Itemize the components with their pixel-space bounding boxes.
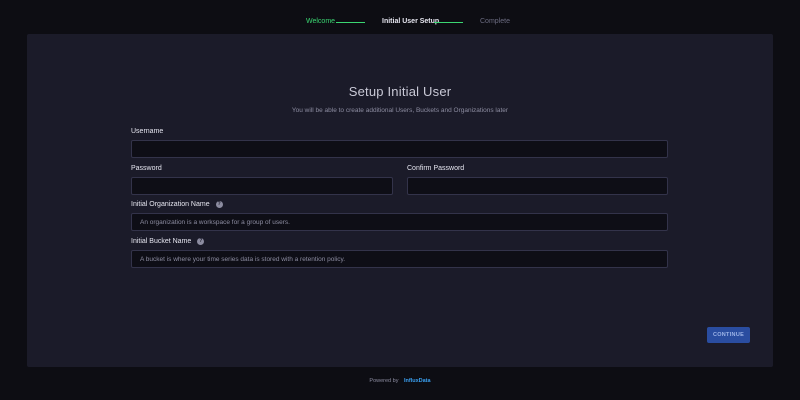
organization-label-text: Initial Organization Name xyxy=(131,201,210,208)
step-initial-user-setup: Initial User Setup xyxy=(382,18,440,25)
username-label-text: Username xyxy=(131,128,164,135)
stepper: Welcome Initial User Setup Complete xyxy=(0,16,800,28)
footer: Powered by InfluxData xyxy=(0,378,800,384)
password-input[interactable] xyxy=(131,177,393,195)
confirm-password-label-text: Confirm Password xyxy=(407,165,465,172)
password-label: Password xyxy=(131,165,162,172)
bucket-label-text: Initial Bucket Name xyxy=(131,238,192,245)
page-subtitle: You will be able to create additional Us… xyxy=(291,107,509,114)
step-welcome: Welcome xyxy=(306,18,336,25)
influxdata-link[interactable]: InfluxData xyxy=(404,378,431,384)
setup-panel: Setup Initial User You will be able to c… xyxy=(27,34,773,367)
username-input[interactable] xyxy=(131,140,668,158)
step-complete: Complete xyxy=(480,18,510,25)
powered-by-text: Powered by xyxy=(369,378,399,384)
bucket-name-input[interactable] xyxy=(131,250,668,268)
confirm-password-input[interactable] xyxy=(407,177,668,195)
username-label: Username xyxy=(131,128,163,135)
organization-label: Initial Organization Name ? xyxy=(131,201,223,208)
password-label-text: Password xyxy=(131,165,162,172)
bucket-label: Initial Bucket Name ? xyxy=(131,238,205,245)
continue-button[interactable]: CONTINUE xyxy=(707,327,750,343)
confirm-password-label: Confirm Password xyxy=(407,165,464,172)
page-title: Setup Initial User xyxy=(348,84,452,99)
step-connector xyxy=(434,22,463,23)
info-icon[interactable]: ? xyxy=(197,238,205,245)
organization-name-input[interactable] xyxy=(131,213,668,231)
step-connector xyxy=(336,22,365,23)
info-icon[interactable]: ? xyxy=(215,201,223,208)
